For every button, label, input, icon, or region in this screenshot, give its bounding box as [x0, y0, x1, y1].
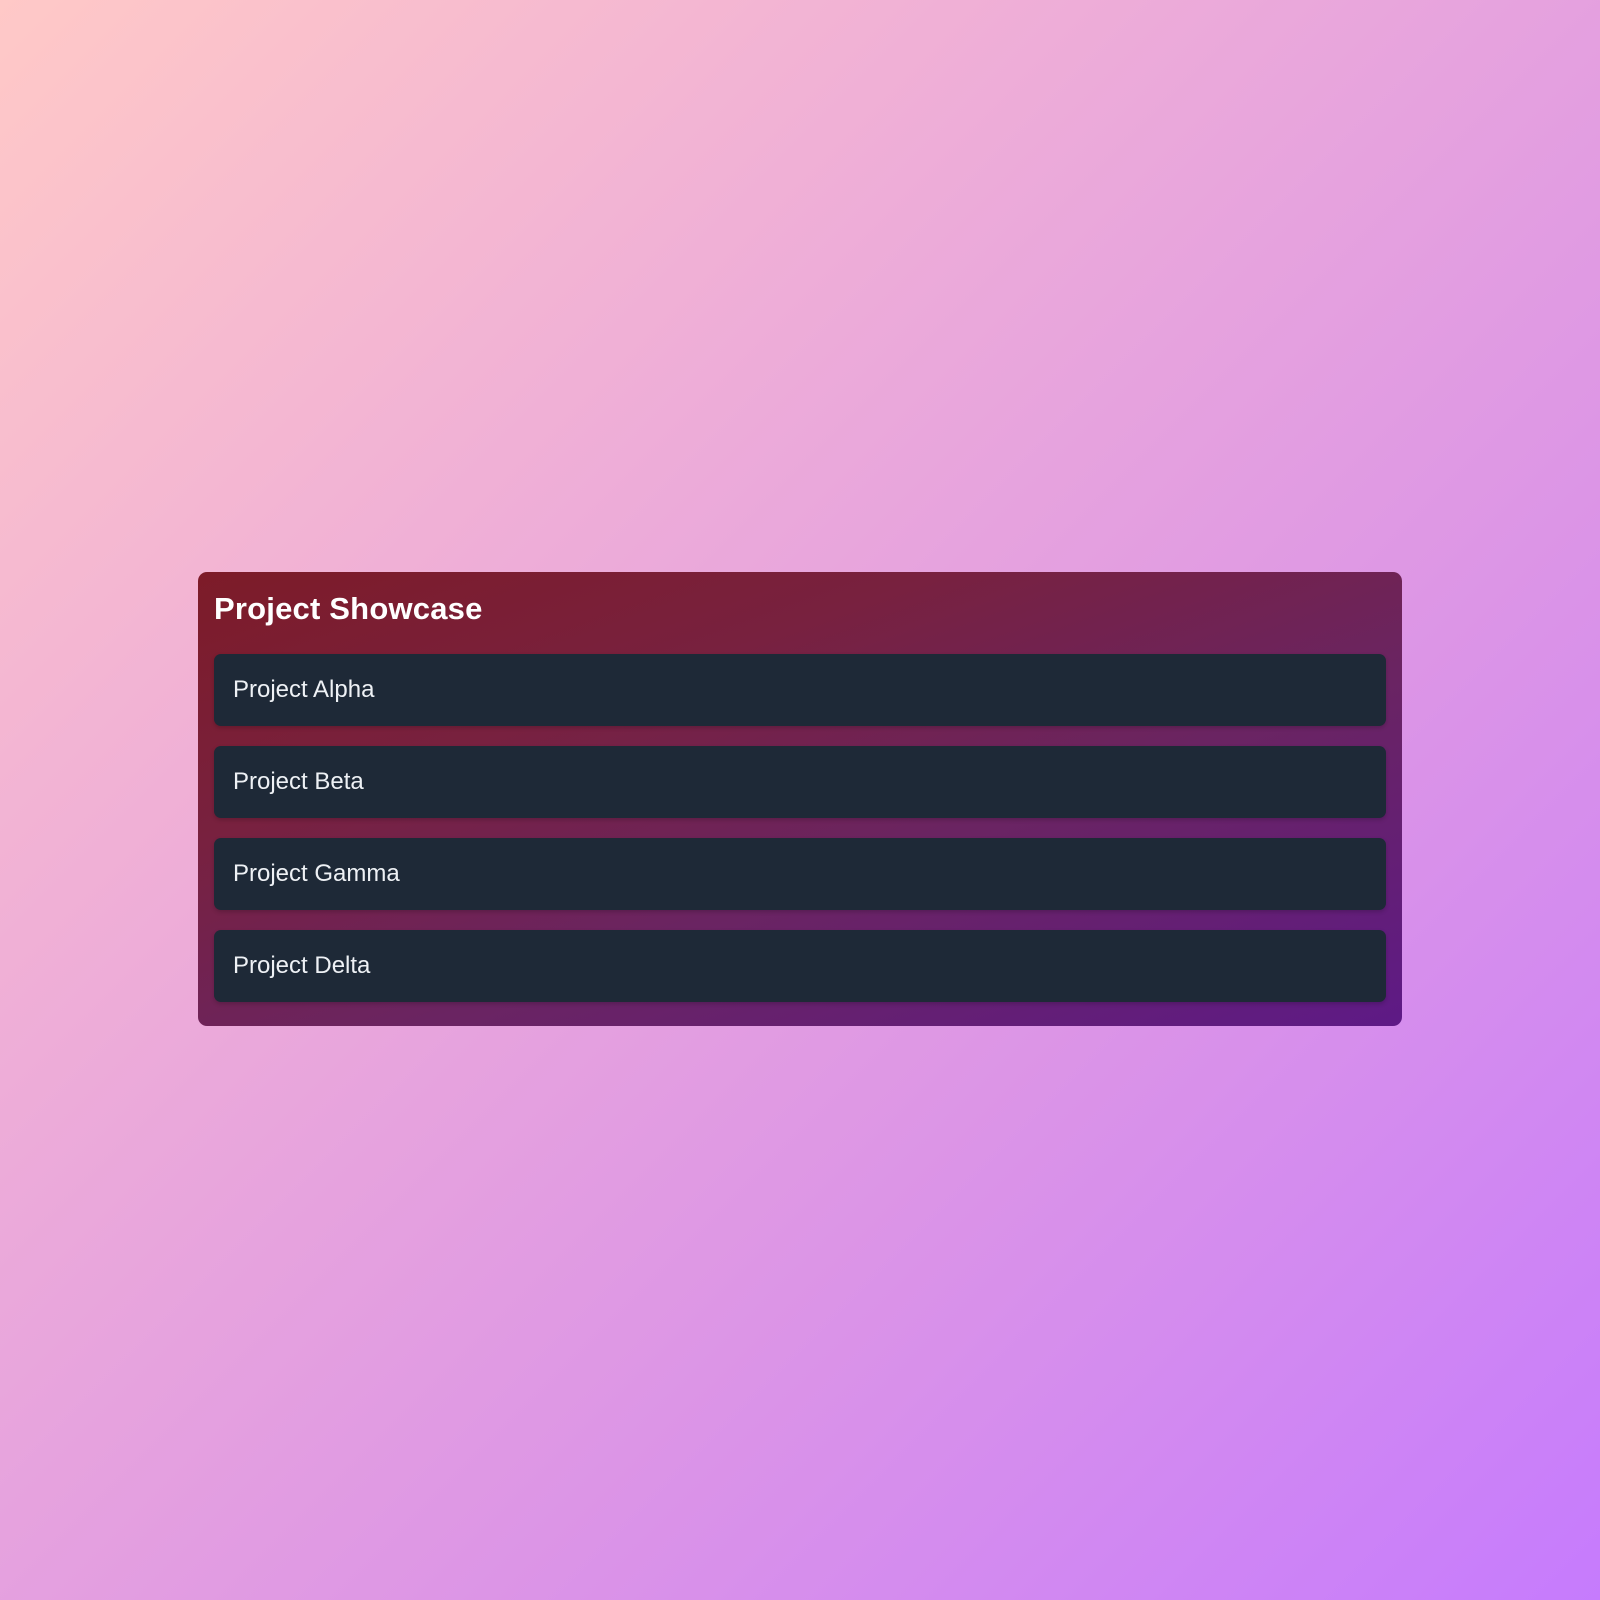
project-list: Project Alpha Project Beta Project Gamma…	[214, 654, 1386, 1002]
project-item-alpha[interactable]: Project Alpha	[214, 654, 1386, 726]
project-item-gamma[interactable]: Project Gamma	[214, 838, 1386, 910]
project-item-delta[interactable]: Project Delta	[214, 930, 1386, 1002]
project-showcase-panel: Project Showcase Project Alpha Project B…	[198, 572, 1402, 1026]
project-item-beta[interactable]: Project Beta	[214, 746, 1386, 818]
panel-title: Project Showcase	[214, 591, 483, 626]
